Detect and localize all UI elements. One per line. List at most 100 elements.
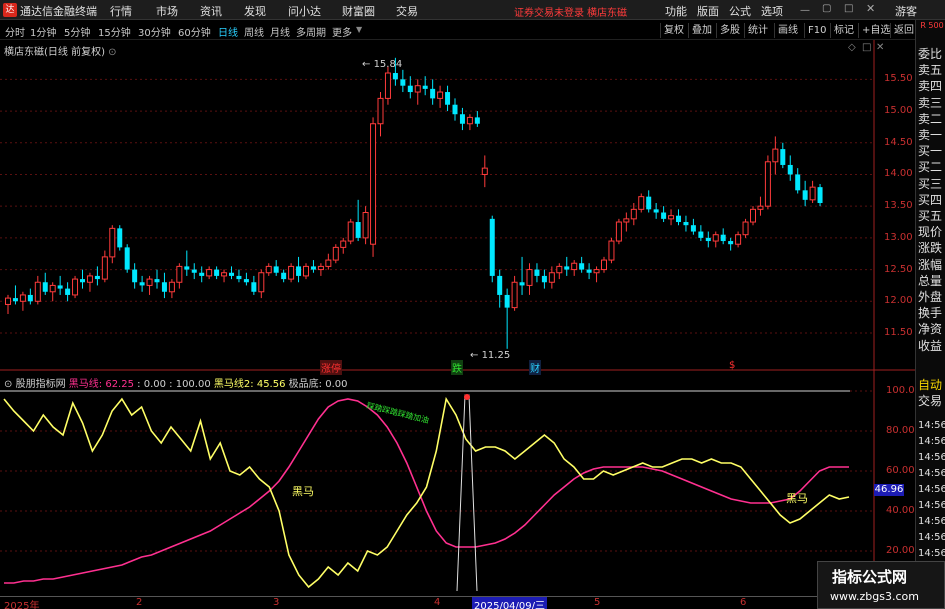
candle <box>161 272 167 299</box>
candle <box>400 69 406 93</box>
quote-field-11[interactable]: 现价 <box>918 225 942 240</box>
quote-field-14[interactable]: 总量 <box>918 274 942 289</box>
indicator-y-tick: 60.00 <box>886 465 915 476</box>
candle <box>712 231 719 248</box>
low-price-label: ← 11.25 <box>470 350 511 361</box>
x-label-jun: 6 <box>740 597 747 608</box>
quote-field-18[interactable]: 收益 <box>918 339 942 354</box>
candle <box>27 288 33 305</box>
quote-field-7[interactable]: 买二 <box>918 160 942 175</box>
candle <box>199 266 205 283</box>
quote-field-16[interactable]: 换手 <box>918 306 942 321</box>
quote-field-3[interactable]: 卖三 <box>918 96 942 111</box>
candle <box>132 263 138 289</box>
watermark: 指标公式网 www.zbgs3.com <box>817 561 945 609</box>
candle <box>146 275 153 295</box>
quote-field-1[interactable]: 卖五 <box>918 63 942 78</box>
main-y-tick: 12.00 <box>884 295 913 307</box>
candle <box>236 269 242 283</box>
candle <box>377 92 384 137</box>
trade-option-1[interactable]: 交易 <box>918 394 942 409</box>
candle <box>124 244 130 273</box>
candle <box>168 279 175 299</box>
candle <box>772 136 779 175</box>
candle <box>42 272 48 295</box>
candle <box>780 142 786 169</box>
quote-field-0[interactable]: 委比 <box>918 47 942 62</box>
candle <box>750 206 756 226</box>
candle <box>139 275 145 292</box>
candle <box>340 237 347 254</box>
candle <box>615 218 622 245</box>
x-label-mar: 3 <box>273 597 280 608</box>
spike-signal-dot <box>464 394 470 400</box>
quote-field-2[interactable]: 卖四 <box>918 79 942 94</box>
indicator-title: ⊙ 股朋指标网 黑马线: 62.25 : 0.00 : 100.00 黑马线2:… <box>4 379 348 390</box>
quote-field-17[interactable]: 净资 <box>918 322 942 337</box>
candle <box>653 203 659 219</box>
candle <box>698 225 704 242</box>
quote-field-4[interactable]: 卖二 <box>918 112 942 127</box>
extra-value: 0.00 <box>325 379 348 390</box>
candle <box>519 256 525 295</box>
price-chart[interactable] <box>0 0 915 596</box>
candle <box>445 85 451 112</box>
quote-field-10[interactable]: 买五 <box>918 209 942 224</box>
finance-marker[interactable]: 财 <box>529 360 541 375</box>
candle <box>474 111 480 127</box>
candle <box>541 269 547 289</box>
black-horse-annotation-2: 黑马 <box>786 492 808 505</box>
quote-field-13[interactable]: 涨幅 <box>918 258 942 273</box>
candle <box>817 183 823 207</box>
candle <box>526 263 533 295</box>
quote-field-5[interactable]: 卖一 <box>918 128 942 143</box>
candle <box>370 117 377 257</box>
tick-time-6: 14:56 <box>918 516 945 527</box>
candle <box>728 237 734 251</box>
candle <box>265 263 272 276</box>
indicator-line-2 <box>3 396 850 589</box>
candle <box>668 209 675 226</box>
candle <box>571 260 578 276</box>
main-y-tick: 13.50 <box>884 200 913 212</box>
candle <box>109 225 116 264</box>
main-y-tick: 13.00 <box>884 231 913 243</box>
candle <box>764 155 771 210</box>
candle <box>497 269 503 308</box>
black-horse-annotation-1: 黑马 <box>292 485 314 498</box>
cursor-date: 2025/04/09/三 <box>472 597 548 609</box>
x-label-feb: 2 <box>136 597 143 608</box>
dividend-marker[interactable]: $ <box>729 360 735 371</box>
indicator-settings-icon[interactable]: ⊙ <box>4 379 12 390</box>
quote-field-9[interactable]: 买四 <box>918 193 942 208</box>
high-price-label: ← 15.84 <box>362 59 403 70</box>
main-gridlines <box>0 78 874 334</box>
quote-field-8[interactable]: 买三 <box>918 177 942 192</box>
candle <box>12 285 18 305</box>
quote-field-6[interactable]: 买一 <box>918 144 942 159</box>
candle <box>430 79 436 105</box>
candle <box>579 256 585 273</box>
trade-option-0[interactable]: 自动 <box>918 378 942 393</box>
candle <box>80 269 85 289</box>
candle <box>57 275 63 295</box>
limit-up-marker[interactable]: 涨停 <box>320 360 342 375</box>
indicator-y-tick: 80.00 <box>886 425 915 436</box>
line2-label: 黑马线2 <box>213 379 251 390</box>
tick-time-4: 14:56 <box>918 484 945 495</box>
quote-field-15[interactable]: 外盘 <box>918 290 942 305</box>
candle <box>34 275 41 305</box>
candle <box>586 263 592 280</box>
main-y-tick: 15.00 <box>884 105 913 117</box>
candle <box>504 288 510 349</box>
indicator-name[interactable]: 股朋指标网 <box>16 379 66 390</box>
tick-time-3: 14:56 <box>918 468 945 479</box>
candle <box>214 266 220 280</box>
drop-marker[interactable]: 跌 <box>451 360 463 375</box>
candle <box>705 231 711 248</box>
candle <box>325 253 332 270</box>
candle <box>229 266 234 280</box>
quote-field-12[interactable]: 涨跌 <box>918 241 942 256</box>
candle <box>556 263 563 280</box>
candle <box>317 263 324 276</box>
